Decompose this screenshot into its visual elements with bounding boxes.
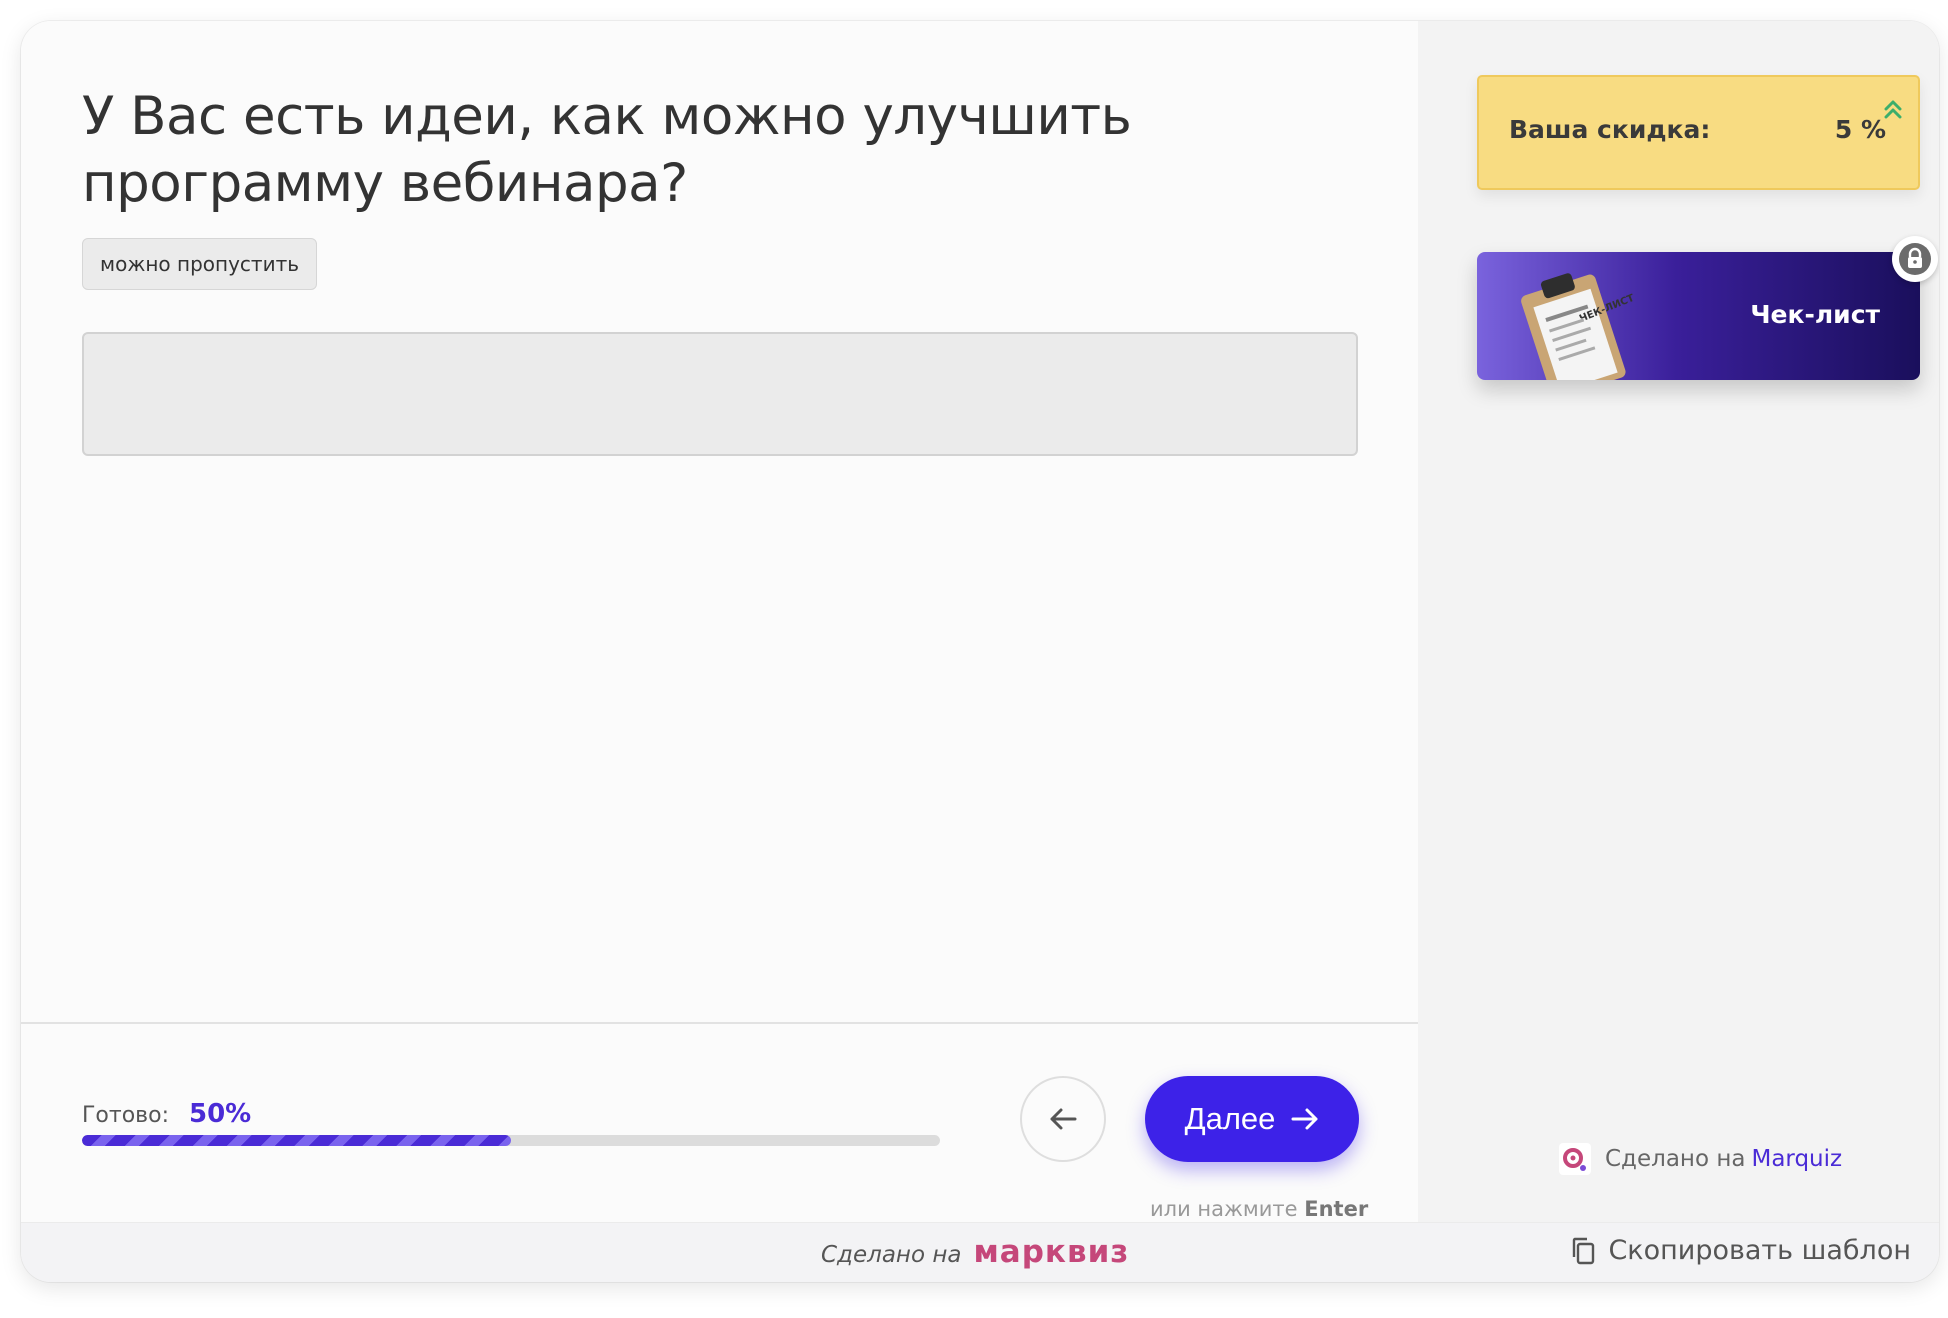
bonus-title: Чек-лист <box>1750 300 1880 329</box>
discount-label: Ваша скидка: <box>1509 115 1711 144</box>
next-button[interactable]: Далее <box>1145 1076 1359 1162</box>
progress-value: 50% <box>189 1099 252 1129</box>
answer-textarea[interactable] <box>82 332 1358 456</box>
question-title: У Вас есть идеи, как можно улучшить прог… <box>82 86 1132 214</box>
footer-made-on: Сделано на <box>821 1242 962 1268</box>
copy-template-button[interactable]: Скопировать шаблон <box>1570 1235 1911 1266</box>
marquiz-credit-link[interactable]: Сделано на Marquiz <box>1559 1143 1842 1175</box>
arrow-right-icon <box>1291 1108 1318 1130</box>
marquiz-credit-prefix: Сделано на <box>1605 1146 1746 1172</box>
footer-bar: Сделано на марквиз Скопировать шаблон <box>21 1222 1939 1282</box>
progress-label: Готово: 50% <box>82 1099 251 1129</box>
back-button[interactable] <box>1020 1076 1106 1162</box>
skip-badge: можно пропустить <box>82 238 318 290</box>
quiz-card: У Вас есть идеи, как можно улучшить прог… <box>21 21 1939 1282</box>
clipboard-illustration: ЧЕК-ЛИСТ <box>1521 273 1636 380</box>
footer-credit-link[interactable]: Сделано на марквиз <box>821 1234 1129 1270</box>
copy-template-label: Скопировать шаблон <box>1608 1235 1911 1266</box>
lock-icon <box>1892 236 1938 282</box>
footer-brand-logo: марквиз <box>973 1234 1130 1270</box>
enter-hint-prefix: или нажмите <box>1150 1197 1298 1221</box>
bonus-checklist-card[interactable]: ЧЕК-ЛИСТ Чек-лист <box>1477 252 1920 380</box>
copy-icon <box>1573 1237 1595 1264</box>
discount-card: Ваша скидка: 5 % <box>1477 75 1920 190</box>
progress-bar-fill <box>82 1135 511 1146</box>
enter-hint: или нажмите Enter <box>1150 1197 1370 1221</box>
question-panel: У Вас есть идеи, как можно улучшить прог… <box>21 21 1418 1222</box>
marquiz-logo-icon <box>1559 1143 1591 1175</box>
double-chevron-up-icon <box>1884 100 1902 119</box>
progress-bar <box>82 1135 940 1146</box>
next-button-label: Далее <box>1184 1101 1276 1136</box>
progress-label-text: Готово: <box>82 1103 169 1128</box>
divider <box>21 1022 1418 1024</box>
marquiz-credit-brand: Marquiz <box>1751 1146 1843 1172</box>
enter-hint-key: Enter <box>1304 1197 1369 1221</box>
discount-value: 5 % <box>1834 115 1886 144</box>
sidebar <box>1418 21 1939 1222</box>
arrow-left-icon <box>1050 1108 1077 1130</box>
